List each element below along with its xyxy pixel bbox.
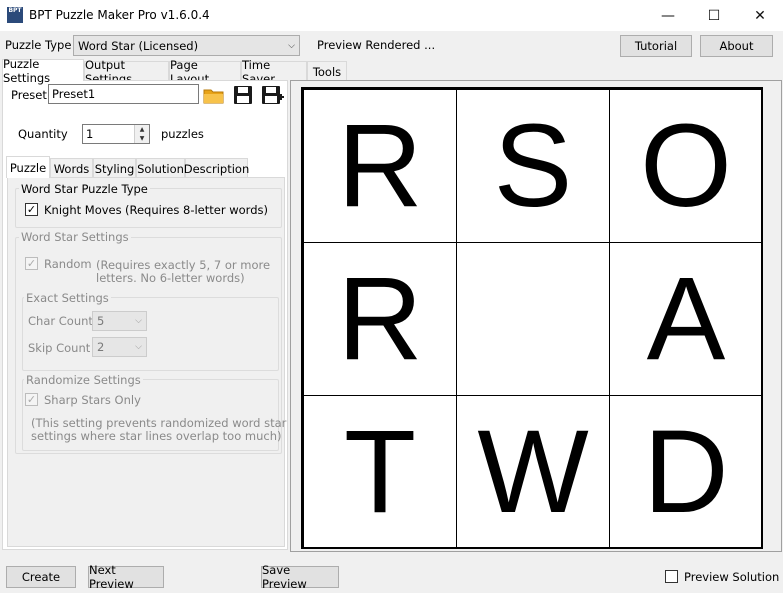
tab-styling[interactable]: Styling	[93, 158, 136, 178]
app-icon: BPT	[7, 7, 23, 23]
open-folder-button[interactable]	[202, 84, 226, 106]
grid-cell: S	[456, 89, 610, 243]
grid-cell	[456, 242, 610, 396]
tab-puzzle-settings[interactable]: Puzzle Settings	[2, 57, 84, 85]
tab-page-layout[interactable]: Page Layout	[169, 58, 241, 86]
maximize-button[interactable]: ☐	[691, 0, 737, 31]
checkmark-icon: ✓	[26, 393, 37, 406]
tab-tools[interactable]: Tools	[307, 61, 347, 81]
exact-settings-group	[22, 297, 279, 371]
sharp-stars-checkbox[interactable]: ✓	[25, 393, 38, 406]
window-title: BPT Puzzle Maker Pro v1.6.0.4	[29, 8, 210, 22]
quantity-stepper[interactable]: 1 ▲ ▼	[82, 124, 150, 144]
knight-moves-note: (Requires 8-letter words)	[125, 203, 268, 217]
tab-puzzle[interactable]: Puzzle	[6, 156, 50, 178]
char-count-select[interactable]: 5 ⌵	[92, 311, 147, 331]
random-label[interactable]: Random	[44, 257, 92, 271]
folder-icon	[203, 89, 224, 104]
sharp-stars-note-line2: settings where star lines overlap too mu…	[31, 429, 282, 443]
checkmark-icon: ✓	[26, 203, 37, 216]
quantity-label: Quantity	[18, 127, 68, 141]
close-button[interactable]: ✕	[737, 0, 783, 31]
title-bar: BPT BPT Puzzle Maker Pro v1.6.0.4 — ☐ ✕	[0, 0, 783, 31]
save-preview-button[interactable]: Save Preview	[261, 563, 339, 591]
preview-solution-label[interactable]: Preview Solution	[684, 570, 779, 584]
create-button[interactable]: Create	[6, 566, 76, 588]
grid-cell: A	[609, 242, 763, 396]
preview-solution-checkbox[interactable]	[665, 570, 678, 583]
save-as-preset-button[interactable]	[259, 84, 285, 106]
random-note-line1: (Requires exactly 5, 7 or more	[96, 258, 271, 272]
chevron-down-icon: ⌵	[288, 40, 295, 51]
sharp-stars-note-line1: (This setting prevents randomized word s…	[31, 416, 287, 430]
skip-count-label: Skip Count	[28, 341, 91, 355]
puzzle-preview: R S O R A T W D	[301, 87, 763, 549]
tab-time-saver[interactable]: Time Saver	[241, 58, 307, 86]
tutorial-button[interactable]: Tutorial	[620, 35, 692, 57]
next-preview-button[interactable]: Next Preview	[88, 563, 164, 591]
grid-cell: O	[609, 89, 763, 243]
puzzle-type-label: Puzzle Type	[5, 38, 72, 52]
chevron-down-icon: ⌵	[135, 342, 142, 352]
preset-input[interactable]: Preset1	[48, 84, 199, 104]
char-count-value: 5	[97, 314, 105, 328]
grid-cell: T	[303, 395, 457, 549]
quantity-unit: puzzles	[161, 127, 204, 141]
tab-description[interactable]: Description	[184, 158, 249, 178]
preview-status: Preview Rendered ...	[317, 38, 436, 52]
char-count-label: Char Count	[28, 314, 93, 328]
word-star-type-label: Word Star Puzzle Type	[19, 182, 150, 196]
sharp-stars-label[interactable]: Sharp Stars Only	[44, 393, 141, 407]
checkmark-icon: ✓	[26, 257, 37, 270]
knight-moves-label[interactable]: Knight Moves	[44, 203, 122, 217]
randomize-settings-label: Randomize Settings	[24, 373, 143, 387]
grid-cell: R	[303, 89, 457, 243]
puzzle-type-value: Word Star (Licensed)	[78, 38, 199, 53]
spin-up-icon[interactable]: ▲	[135, 125, 149, 134]
chevron-down-icon: ⌵	[135, 316, 142, 326]
grid-cell: D	[609, 395, 763, 549]
exact-settings-label: Exact Settings	[24, 291, 111, 305]
grid-cell: W	[456, 395, 610, 549]
about-button[interactable]: About	[700, 35, 773, 57]
preset-label: Preset	[11, 88, 47, 102]
quantity-spin-buttons[interactable]: ▲ ▼	[134, 125, 149, 143]
word-star-settings-label: Word Star Settings	[19, 230, 131, 244]
grid-cell: R	[303, 242, 457, 396]
tab-output-settings[interactable]: Output Settings	[84, 58, 169, 86]
random-note-line2: letters. No 6-letter words)	[96, 271, 245, 285]
puzzle-type-select[interactable]: Word Star (Licensed) ⌵	[73, 35, 300, 56]
minimize-button[interactable]: —	[645, 0, 691, 31]
knight-moves-checkbox[interactable]: ✓	[25, 203, 38, 216]
spin-down-icon[interactable]: ▼	[135, 134, 149, 143]
tab-words[interactable]: Words	[50, 158, 93, 178]
random-checkbox[interactable]: ✓	[25, 257, 38, 270]
save-as-icon	[262, 86, 284, 104]
quantity-value: 1	[86, 127, 94, 141]
skip-count-select[interactable]: 2 ⌵	[92, 337, 147, 357]
save-preset-button[interactable]	[231, 84, 255, 106]
skip-count-value: 2	[97, 340, 105, 354]
save-icon	[234, 86, 252, 104]
tab-solution[interactable]: Solution	[136, 158, 185, 178]
